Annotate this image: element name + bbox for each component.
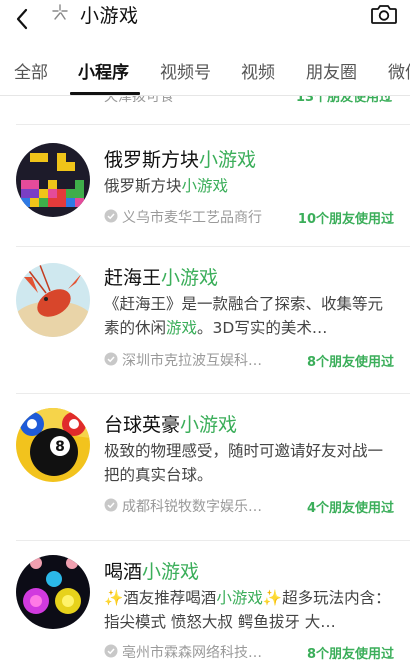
tetris-avatar (16, 143, 90, 217)
tab-videos[interactable]: 视频 (241, 58, 275, 83)
result-description: ✨酒友推荐喝酒小游戏✨超多玩法内含：指尖模式 愤怒大叔 鳄鱼拔牙 大… (104, 589, 391, 631)
result-description: 极致的物理感受，随时可邀请好友对战一把的真实台球。 (104, 442, 384, 484)
camera-button[interactable] (370, 2, 398, 26)
tab-channels[interactable]: 视频号 (160, 58, 211, 83)
verified-shield-icon (104, 498, 118, 512)
drinking-avatar (16, 555, 90, 629)
org-name: 义乌市麦华工艺品商行 (122, 210, 262, 226)
result-billiards[interactable]: 8 台球英豪小游戏 极致的物理感受，随时可邀请好友对战一把的真实台球。 成都科锐… (0, 394, 410, 540)
verified-shield-icon (104, 209, 118, 223)
org-name: 亳州市霖森网络科技… (122, 645, 262, 661)
result-description: 俄罗斯方块小游戏 (104, 177, 229, 195)
search-input[interactable]: 小游戏 (80, 1, 139, 28)
result-title: 赶海王小游戏 (104, 267, 219, 289)
result-title: 台球英豪小游戏 (104, 414, 238, 436)
result-tetris[interactable]: 俄罗斯方块小游戏 俄罗斯方块小游戏 义乌市麦华工艺品商行 10个朋友使用过 (0, 125, 410, 245)
spark-icon (52, 4, 68, 20)
result-title: 喝酒小游戏 (104, 561, 200, 583)
result-meta: 义乌市麦华工艺品商行 10个朋友使用过 (104, 207, 404, 227)
results-list: 天津拨可食 13个朋友使用过 俄罗斯方块小游戏 俄罗斯方块小游戏 义乌市麦华工艺… (0, 96, 410, 666)
tab-mini-programs[interactable]: 小程序 (78, 58, 129, 83)
result-ganhaiwang[interactable]: 赶海王小游戏 《赶海王》是一款融合了探索、收集等元素的休闲游戏。3D写实的美术…… (0, 247, 410, 392)
ganhaiwang-avatar (16, 263, 90, 337)
result-title: 俄罗斯方块小游戏 (104, 149, 257, 171)
result-meta: 亳州市霖森网络科技… 8个朋友使用过 (104, 642, 404, 662)
list-item[interactable]: 天津拨可食 13个朋友使用过 (0, 96, 410, 108)
org-name: 深圳市克拉波互娱科… (122, 353, 262, 369)
verified-shield-icon (104, 644, 118, 658)
org-name: 天津拨可食 (104, 96, 174, 105)
back-button[interactable] (10, 6, 34, 32)
verified-shield-icon (104, 352, 118, 366)
result-meta: 成都科锐牧数字娱乐… 4个朋友使用过 (104, 496, 404, 516)
active-tab-indicator (70, 92, 140, 95)
tab-all[interactable]: 全部 (14, 58, 48, 83)
billiards-avatar: 8 (16, 408, 90, 482)
tab-wechat[interactable]: 微信 (388, 58, 410, 83)
svg-text:8: 8 (55, 439, 65, 455)
search-header: 小游戏 (0, 0, 410, 40)
friends-used: 8个朋友使用过 (306, 647, 394, 662)
result-description: 《赶海王》是一款融合了探索、收集等元素的休闲游戏。3D写实的美术… (104, 295, 384, 337)
category-tabs: 全部 小程序 视频号 视频 朋友圈 微信 (0, 40, 410, 96)
tab-moments[interactable]: 朋友圈 (306, 58, 357, 83)
friends-used: 8个朋友使用过 (306, 355, 394, 370)
friends-used: 13个朋友使用过 (296, 96, 393, 105)
result-drinking[interactable]: 喝酒小游戏 ✨酒友推荐喝酒小游戏✨超多玩法内含：指尖模式 愤怒大叔 鳄鱼拔牙 大… (0, 541, 410, 666)
camera-icon (371, 5, 397, 24)
org-name: 成都科锐牧数字娱乐… (122, 499, 262, 515)
result-meta: 深圳市克拉波互娱科… 8个朋友使用过 (104, 350, 404, 370)
friends-used: 10个朋友使用过 (297, 212, 394, 227)
friends-used: 4个朋友使用过 (306, 501, 394, 516)
back-arrow-icon (16, 8, 28, 30)
